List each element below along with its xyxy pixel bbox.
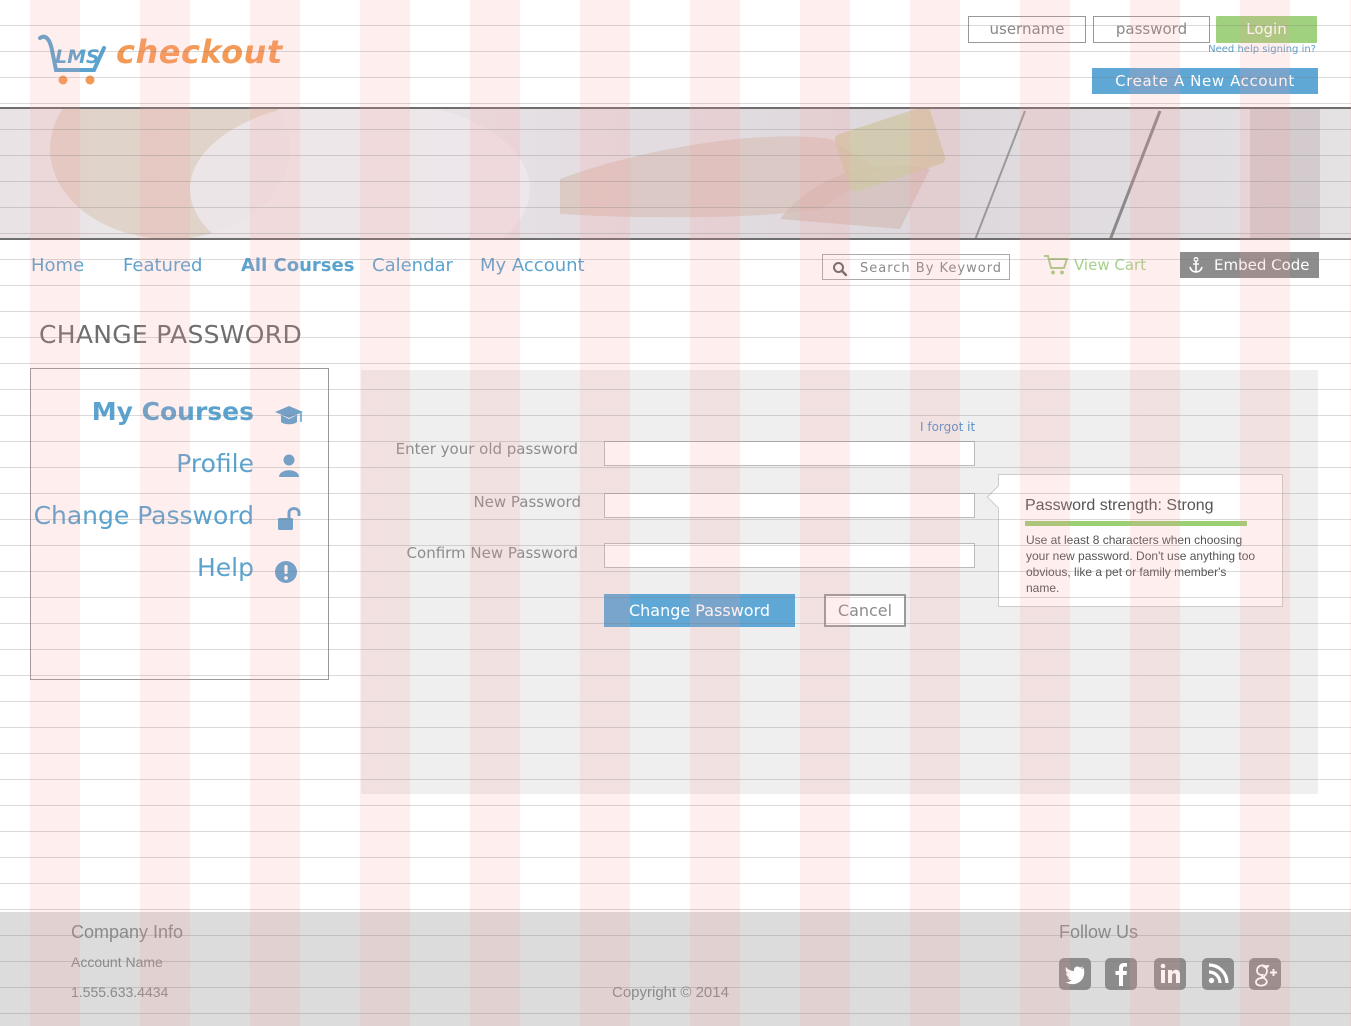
google-plus-icon[interactable] — [1249, 958, 1281, 990]
strength-meter-fill — [1025, 521, 1247, 526]
twitter-icon[interactable] — [1059, 958, 1091, 990]
nav-calendar[interactable]: Calendar — [372, 255, 453, 276]
banner-photo — [50, 109, 1320, 238]
create-account-button[interactable]: Create A New Account — [1092, 68, 1318, 94]
search-placeholder: Search By Keyword — [860, 261, 1003, 276]
site-footer — [0, 912, 1351, 1026]
account-name-text: Account Name — [71, 954, 163, 970]
password-strength-tooltip: Password strength: Strong Use at least 8… — [986, 474, 1283, 607]
follow-us-heading: Follow Us — [1059, 922, 1139, 942]
forgot-password-link[interactable]: I forgot it — [920, 420, 975, 434]
phone-text: 1.555.633.4434 — [71, 984, 169, 1000]
login-button[interactable]: Login — [1216, 16, 1317, 43]
logo-mark-text: LMS — [55, 46, 100, 68]
old-password-label: Enter your old password — [395, 440, 578, 458]
hero-banner — [0, 107, 1351, 240]
cancel-button[interactable]: Cancel — [824, 594, 906, 627]
new-password-field[interactable] — [604, 493, 975, 518]
user-icon — [279, 454, 299, 477]
graduation-cap-icon — [275, 406, 303, 425]
lms-logo-mark: LMS — [38, 34, 106, 85]
account-sidebar: My Courses Profile Change Password Help — [30, 368, 329, 680]
signin-help-link[interactable]: Need help signing in? — [1190, 44, 1316, 55]
new-password-label: New Password — [473, 493, 581, 511]
cart-icon[interactable] — [1043, 254, 1069, 276]
search-input[interactable]: Search By Keyword — [822, 254, 1010, 280]
strength-meter — [1025, 521, 1247, 526]
rss-icon[interactable] — [1202, 958, 1234, 990]
sidebar-item-change-password[interactable]: Change Password — [34, 501, 254, 530]
view-cart-link[interactable]: View Cart — [1074, 256, 1146, 274]
nav-featured[interactable]: Featured — [123, 255, 202, 276]
strength-hint: Use at least 8 characters when choosing … — [1026, 533, 1256, 595]
nav-all-courses[interactable]: All Courses — [241, 255, 354, 276]
strength-title: Password strength: Strong — [1025, 497, 1214, 514]
page-title: CHANGE PASSWORD — [39, 320, 303, 349]
company-info-heading: Company Info — [71, 922, 184, 942]
sidebar-item-my-courses[interactable]: My Courses — [92, 397, 254, 426]
anchor-icon — [1189, 257, 1203, 273]
nav-my-account[interactable]: My Account — [480, 255, 585, 276]
old-password-field[interactable] — [604, 441, 975, 466]
exclamation-circle-icon — [275, 561, 297, 583]
confirm-password-field[interactable] — [604, 543, 975, 568]
change-password-button[interactable]: Change Password — [604, 594, 795, 627]
embed-code-label: Embed Code — [1214, 256, 1310, 274]
linkedin-icon[interactable] — [1154, 958, 1186, 990]
sidebar-item-help[interactable]: Help — [197, 553, 254, 582]
username-input[interactable]: username — [968, 16, 1086, 43]
facebook-icon[interactable] — [1105, 958, 1137, 990]
embed-code-button[interactable]: Embed Code — [1180, 252, 1319, 278]
unlock-icon — [278, 507, 301, 530]
sidebar-item-profile[interactable]: Profile — [176, 449, 254, 478]
password-input[interactable]: password — [1093, 16, 1210, 43]
logo-wordmark: checkout — [116, 33, 283, 71]
confirm-password-label: Confirm New Password — [406, 544, 578, 562]
nav-home[interactable]: Home — [31, 255, 84, 276]
copyright-text: Copyright © 2014 — [612, 984, 729, 1001]
search-icon — [833, 262, 848, 277]
